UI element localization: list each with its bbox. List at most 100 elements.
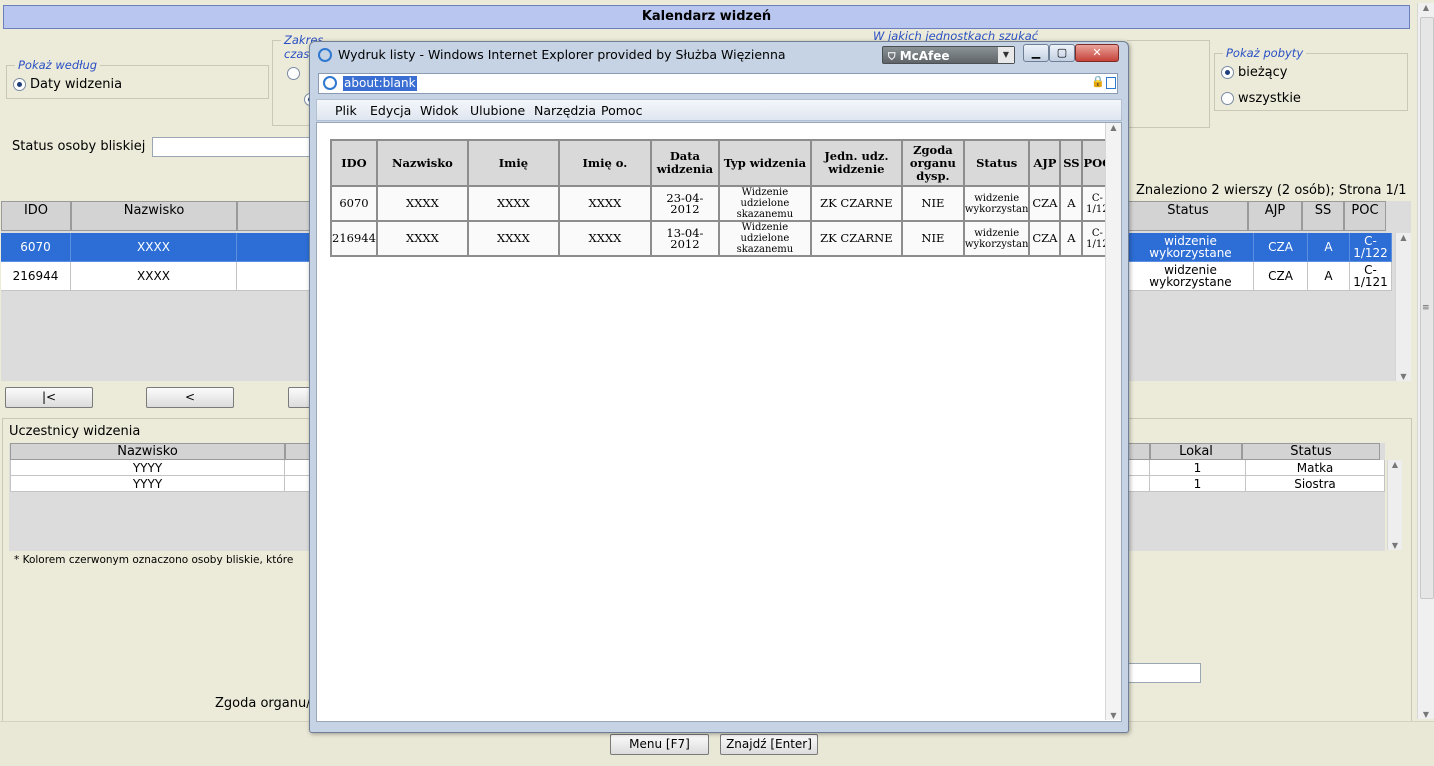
address-input[interactable]: about:blank [343,76,417,91]
print-header-zgoda: Zgoda organu dysp. [900,139,965,187]
print-cell: CZA [1028,220,1062,257]
scroll-up-icon[interactable]: ▲ [1106,123,1121,132]
cell-empty [237,262,317,291]
find-button[interactable]: Znajdź [Enter] [720,734,818,755]
participants-header-lokal[interactable]: Lokal [1150,443,1242,460]
print-cell: Widzenie udzielone skazanemu [717,185,812,222]
print-cell: Widzenie udzielone skazanemu [717,220,812,257]
ie-title-bar[interactable]: Wydruk listy - Windows Internet Explorer… [310,42,1128,68]
menu-item-pomoc[interactable]: Pomoc [601,103,642,118]
list-item[interactable]: YYYY [10,476,315,492]
list-item[interactable]: YYYY [10,460,315,476]
table-row[interactable]: 6070 XXXX [1,233,317,262]
cell-ido: 6070 [1,233,71,262]
grid-header-more[interactable] [237,201,317,231]
relative-status-input[interactable] [152,137,314,157]
print-cell: CZA [1028,185,1062,222]
cell-ss: A [1308,262,1350,291]
participant-status: Siostra [1246,476,1385,492]
grid-header-status[interactable]: Status [1128,201,1248,231]
participants-header-nazwisko[interactable]: Nazwisko [10,443,285,460]
page-scrollbar[interactable]: ▲ ≡ ▼ [1417,3,1434,719]
scroll-down-icon[interactable]: ▼ [1388,541,1402,550]
address-bar[interactable]: about:blank 🔒 [318,73,1118,94]
cell-status: widzenie wykorzystane [1128,262,1254,291]
radio-icon [1221,92,1234,105]
ie-window-title: Wydruk listy - Windows Internet Explorer… [338,47,786,62]
maximize-button[interactable]: ▢ [1049,44,1075,62]
print-cell: widzenie wykorzystan [962,220,1031,257]
print-header-ss: SS [1059,139,1084,187]
participants-scrollbar[interactable]: ▲ ▼ [1387,460,1402,550]
time-range-group: Zakres czasowy [272,33,336,126]
print-cell: NIE [900,185,965,222]
print-header-nazwisko: Nazwisko [375,139,469,187]
close-button[interactable]: ✕ [1075,44,1119,62]
table-row[interactable]: 216944 XXXX [1,262,317,291]
compat-view-icon[interactable] [1106,77,1116,89]
cell-nazwisko: XXXX [71,233,237,262]
prev-page-button[interactable]: < [146,387,234,408]
table-row[interactable]: widzenie wykorzystane CZA A C-1/122 [1128,233,1392,262]
menu-item-narzedzia[interactable]: Narzędzia [534,103,596,118]
print-header-imie: Imię [466,139,560,187]
print-header-ajp: AJP [1028,139,1062,187]
cell-status: widzenie wykorzystane [1128,233,1254,262]
scroll-down-icon[interactable]: ▼ [1418,710,1434,719]
participant-nazwisko: YYYY [10,460,285,476]
print-cell: A [1059,185,1084,222]
menu-button[interactable]: Menu [F7] [610,734,709,755]
mcafee-shield-icon: ⛉ [888,52,896,63]
print-header-status: Status [962,139,1031,187]
ie-content-scrollbar[interactable]: ▲ ▼ [1105,123,1121,720]
print-cell: ZK CZARNE [809,185,903,222]
minimize-button[interactable]: ▁ [1023,44,1049,62]
cell-empty [237,233,317,262]
show-by-option[interactable]: Daty widzenia [13,77,122,92]
grid-header-nazwisko[interactable]: Nazwisko [71,201,237,231]
consent-input[interactable] [1128,663,1201,683]
time-range-radio-1[interactable] [287,67,300,80]
ie-page-icon [323,76,337,90]
participants-header-pad [1128,443,1150,460]
stays-group: Pokaż pobyty bieżący wszystkie [1214,46,1408,111]
grid-header-poc[interactable]: POC [1344,201,1386,231]
grid-header-ido[interactable]: IDO [1,201,71,231]
scroll-up-icon[interactable]: ▲ [1418,3,1434,12]
scroll-down-icon[interactable]: ▼ [1396,372,1411,381]
first-page-button[interactable]: |< [5,387,93,408]
menu-item-widok[interactable]: Widok [420,103,458,118]
print-cell: NIE [900,220,965,257]
cell-ajp: CZA [1254,233,1308,262]
table-row: 6070 XXXX XXXX XXXX 23-04-2012 Widzenie … [330,185,1114,222]
menu-item-plik[interactable]: Plik [335,103,357,118]
found-count-text: Znaleziono 2 wierszy (2 osób); Strona 1/… [1136,183,1407,198]
cell-nazwisko: XXXX [71,262,237,291]
grid-header-ajp[interactable]: AJP [1248,201,1302,231]
list-item[interactable]: 1 Matka [1128,460,1385,476]
print-cell: XXXX [375,220,469,257]
participant-lokal: 1 [1150,460,1246,476]
menu-item-ulubione[interactable]: Ulubione [470,103,525,118]
print-cell: widzenie wykorzystan [962,185,1031,222]
show-by-legend: Pokaż według [15,58,101,72]
scroll-up-icon[interactable]: ▲ [1388,460,1402,469]
stays-legend: Pokaż pobyty [1223,46,1307,60]
participants-header-status[interactable]: Status [1242,443,1380,460]
menu-item-edycja[interactable]: Edycja [370,103,411,118]
list-item[interactable]: 1 Siostra [1128,476,1385,492]
cell-poc: C-1/121 [1350,262,1392,291]
cell-empty [1128,476,1150,492]
mcafee-toolbar[interactable]: ⛉ McAfee ▼ [882,46,1015,64]
show-by-option-label: Daty widzenia [30,77,123,92]
stays-option-current[interactable]: bieżący [1221,65,1288,80]
grid-header-ss[interactable]: SS [1302,201,1344,231]
scroll-down-icon[interactable]: ▼ [1106,711,1121,720]
print-cell: ZK CZARNE [809,220,903,257]
scroll-up-icon[interactable]: ▲ [1396,233,1411,242]
stays-option-all[interactable]: wszystkie [1221,91,1301,106]
mcafee-dropdown-icon[interactable]: ▼ [998,47,1014,63]
grid-scrollbar[interactable]: ▲ ▼ [1395,233,1411,381]
table-row[interactable]: widzenie wykorzystane CZA A C-1/121 [1128,262,1392,291]
units-group [1127,40,1210,128]
